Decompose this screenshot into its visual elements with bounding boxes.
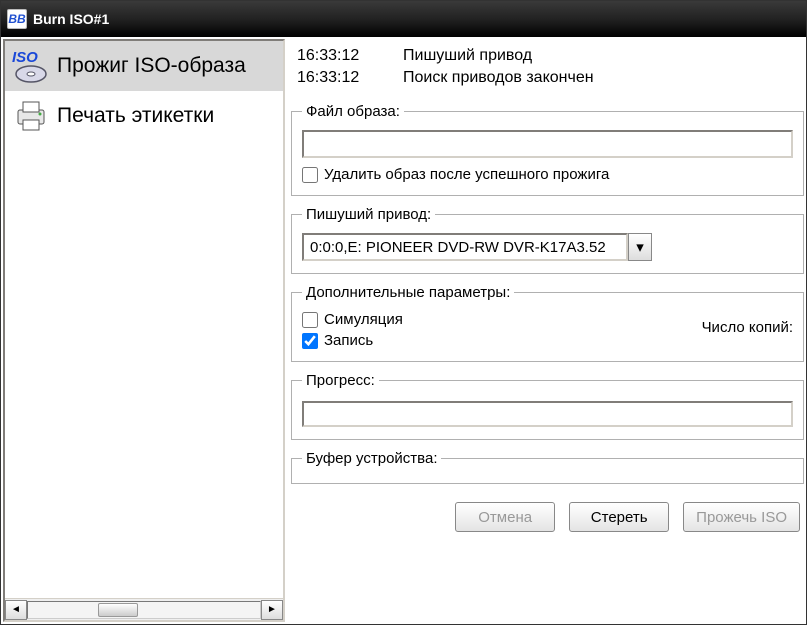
log-area: 16:33:12 Пишуший привод 16:33:12 Поиск п… [289,39,804,99]
log-message: Пишуший привод [403,45,532,67]
copies-label: Число копий: [702,311,793,336]
log-row: 16:33:12 Пишуший привод [297,45,796,67]
chevron-down-icon: ▾ [636,238,644,256]
scroll-left-button[interactable]: ◄ [5,600,27,620]
sidebar-item-print-label[interactable]: Печать этикетки [5,91,283,141]
app-icon: BB [7,9,27,29]
log-row: 16:33:12 Поиск приводов закончен [297,67,796,89]
titlebar[interactable]: BB Burn ISO#1 [1,1,806,37]
chevron-right-icon: ► [267,604,277,615]
body-area: ISO Прожиг ISO-образа Печать [1,37,806,624]
main-panel: 16:33:12 Пишуший привод 16:33:12 Поиск п… [287,37,806,624]
buffer-legend: Буфер устройства: [302,450,441,467]
log-time: 16:33:12 [297,45,377,67]
scroll-right-button[interactable]: ► [261,600,283,620]
sidebar-item-label: Прожиг ISO-образа [57,54,246,78]
params-group: Дополнительные параметры: Симуляция Запи… [291,284,804,362]
progress-bar [302,401,793,427]
app-window: BB Burn ISO#1 ISO Прожиг ISO-образа [0,0,807,625]
simulate-checkbox[interactable] [302,312,318,328]
writer-select[interactable]: 0:0:0,E: PIONEER DVD-RW DVR-K17A3.52 ▾ [302,233,652,261]
sidebar-item-label: Печать этикетки [57,104,214,128]
svg-text:ISO: ISO [12,49,38,66]
scroll-track[interactable] [27,601,261,619]
sidebar-item-burn-iso[interactable]: ISO Прожиг ISO-образа [5,41,283,91]
iso-disc-icon: ISO [9,47,53,85]
progress-legend: Прогресс: [302,372,379,389]
window-title: Burn ISO#1 [33,11,109,27]
writer-selected-value: 0:0:0,E: PIONEER DVD-RW DVR-K17A3.52 [302,233,628,261]
chevron-left-icon: ◄ [11,604,21,615]
log-message: Поиск приводов закончен [403,67,594,89]
sidebar-items: ISO Прожиг ISO-образа Печать [5,41,283,598]
sidebar-scrollbar[interactable]: ◄ ► [5,598,283,620]
write-checkbox[interactable] [302,333,318,349]
sidebar: ISO Прожиг ISO-образа Печать [3,39,285,622]
writer-legend: Пишуший привод: [302,206,435,223]
simulate-label: Симуляция [324,311,403,328]
erase-button[interactable]: Стереть [569,502,669,532]
burn-iso-button[interactable]: Прожечь ISO [683,502,800,532]
log-time: 16:33:12 [297,67,377,89]
delete-after-label: Удалить образ после успешного прожига [324,166,609,183]
write-label: Запись [324,332,373,349]
printer-icon [9,97,53,135]
buffer-group: Буфер устройства: [291,450,804,484]
writer-dropdown-button[interactable]: ▾ [628,233,652,261]
params-legend: Дополнительные параметры: [302,284,514,301]
writer-group: Пишуший привод: 0:0:0,E: PIONEER DVD-RW … [291,206,804,274]
image-file-legend: Файл образа: [302,103,404,120]
delete-after-checkbox[interactable] [302,167,318,183]
progress-group: Прогресс: [291,372,804,440]
cancel-button[interactable]: Отмена [455,502,555,532]
scroll-thumb[interactable] [98,603,138,617]
image-file-input[interactable] [302,130,793,158]
buttons-row: Отмена Стереть Прожечь ISO [289,490,804,540]
image-file-group: Файл образа: Удалить образ после успешно… [291,103,804,196]
